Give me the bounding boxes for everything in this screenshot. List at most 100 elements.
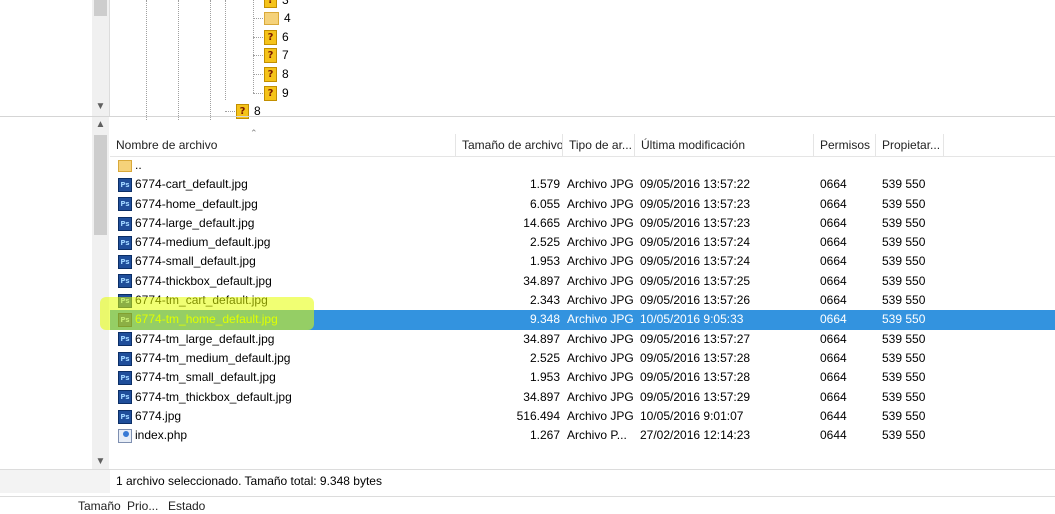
file-modified: 09/05/2016 13:57:26: [640, 293, 751, 308]
file-permissions: 0644: [820, 408, 847, 423]
file-owner: 539 550: [882, 215, 926, 230]
column-header-type[interactable]: Tipo de ar...: [563, 134, 635, 156]
photoshop-file-icon: Ps: [118, 255, 132, 270]
photoshop-file-icon: Ps: [118, 351, 132, 366]
file-permissions: 0664: [820, 312, 847, 327]
file-modified: 09/05/2016 13:57:22: [640, 177, 751, 192]
file-modified: 27/02/2016 12:14:23: [640, 428, 751, 443]
file-name: 6774-cart_default.jpg: [135, 177, 248, 192]
file-name: index.php: [135, 428, 188, 443]
column-header-permissions[interactable]: Permisos: [814, 134, 876, 156]
file-permissions: 0644: [820, 428, 847, 443]
file-name-cell: Ps 6774-home_default.jpg: [118, 195, 448, 214]
file-row[interactable]: Ps 6774.jpg 516.494 Archivo JPG 10/05/2016 9…: [110, 407, 1055, 426]
file-size: 1.953: [529, 370, 560, 385]
file-name: 6774-thickbox_default.jpg: [135, 273, 272, 288]
file-owner: 539 550: [882, 293, 926, 308]
file-modified: 09/05/2016 13:57:29: [640, 389, 751, 404]
file-row[interactable]: Ps 6774-home_default.jpg 6.055 Archivo JPG 0…: [110, 195, 1055, 214]
tree-scrollbar[interactable]: ▼: [92, 0, 110, 116]
file-type: Archivo JPG: [567, 177, 634, 192]
file-row[interactable]: Ps 6774-thickbox_default.jpg 34.897 Archivo…: [110, 272, 1055, 291]
file-modified: 09/05/2016 13:57:23: [640, 196, 751, 211]
file-type: Archivo JPG: [567, 312, 634, 327]
scroll-down-icon[interactable]: ▼: [92, 101, 109, 112]
file-size: 34.897: [523, 389, 560, 404]
file-permissions: 0664: [820, 273, 847, 288]
tree-node[interactable]: 4: [264, 9, 291, 27]
file-modified: 09/05/2016 13:57:23: [640, 215, 751, 230]
tree-scrollbar-thumb[interactable]: [94, 0, 107, 16]
local-file-pane: [0, 117, 93, 469]
file-size: 34.897: [523, 273, 560, 288]
file-row[interactable]: Ps 6774-medium_default.jpg 2.525 Archivo JP…: [110, 233, 1055, 252]
queue-column-priority[interactable]: Prio...: [127, 499, 158, 513]
file-owner: 539 550: [882, 196, 926, 211]
tree-node[interactable]: ? 8: [236, 102, 261, 120]
tree-node[interactable]: ? 7: [264, 46, 289, 64]
file-list-scrollbar-thumb[interactable]: [94, 135, 107, 235]
pane-divider[interactable]: [0, 116, 1055, 117]
file-row[interactable]: Ps 6774-tm_small_default.jpg 1.953 Archivo …: [110, 368, 1055, 387]
scroll-down-icon[interactable]: ▼: [92, 456, 109, 467]
file-name: 6774-medium_default.jpg: [135, 235, 271, 250]
file-row[interactable]: Ps 6774-large_default.jpg 14.665 Archivo JP…: [110, 214, 1055, 233]
file-modified: 10/05/2016 9:05:33: [640, 312, 744, 327]
file-permissions: 0664: [820, 350, 847, 365]
tree-node[interactable]: ? 9: [264, 84, 289, 102]
parent-dir-row[interactable]: ..: [110, 156, 1055, 175]
folder-icon: [118, 159, 132, 172]
tree-node[interactable]: ? 3: [264, 0, 289, 9]
file-type: Archivo JPG: [567, 350, 634, 365]
file-row[interactable]: Ps 6774-tm_medium_default.jpg 2.525 Archivo…: [110, 349, 1055, 368]
tree-node[interactable]: ? 8: [264, 65, 289, 83]
column-header-size[interactable]: Tamaño de archivo: [456, 134, 563, 156]
tree-node[interactable]: ? 6: [264, 28, 289, 46]
status-text: 1 archivo seleccionado. Tamaño total: 9.…: [116, 474, 382, 488]
file-type: Archivo JPG: [567, 254, 634, 269]
file-owner: 539 550: [882, 254, 926, 269]
file-owner: 539 550: [882, 312, 926, 327]
queue-column-size[interactable]: Tamaño: [78, 499, 121, 513]
column-header-owner[interactable]: Propietar...: [876, 134, 944, 156]
file-modified: 09/05/2016 13:57:24: [640, 254, 751, 269]
file-permissions: 0664: [820, 177, 847, 192]
file-modified: 09/05/2016 13:57:27: [640, 331, 751, 346]
question-icon: ?: [264, 47, 277, 63]
file-owner: 539 550: [882, 428, 926, 443]
file-type: Archivo JPG: [567, 389, 634, 404]
file-row[interactable]: Ps 6774-cart_default.jpg 1.579 Archivo JPG 0…: [110, 175, 1055, 194]
file-owner: 539 550: [882, 177, 926, 192]
remote-tree: ? 3 4 ? 6 ? 7 ? 8 ? 9 ? 8: [110, 0, 1055, 120]
file-type: Archivo JPG: [567, 408, 634, 423]
photoshop-file-icon: Ps: [118, 409, 132, 424]
scroll-up-icon[interactable]: ▲: [92, 119, 109, 130]
file-name: 6774.jpg: [135, 408, 182, 423]
question-icon: ?: [264, 85, 277, 101]
file-owner: 539 550: [882, 235, 926, 250]
file-row[interactable]: Ps 6774-small_default.jpg 1.953 Archivo JPG…: [110, 252, 1055, 271]
column-header-name[interactable]: Nombre de archivo: [110, 134, 456, 156]
file-name-cell: Ps 6774.jpg: [118, 407, 448, 426]
local-tree-pane: [0, 0, 92, 116]
file-name-cell: Ps 6774-tm_large_default.jpg: [118, 330, 448, 349]
queue-column-state[interactable]: Estado: [168, 499, 205, 513]
file-owner: 539 550: [882, 331, 926, 346]
file-owner: 539 550: [882, 408, 926, 423]
column-header-modified[interactable]: Última modificación: [635, 134, 814, 156]
file-row[interactable]: Ps 6774-tm_large_default.jpg 34.897 Archivo…: [110, 330, 1055, 349]
file-name: 6774-tm_small_default.jpg: [135, 370, 276, 385]
file-owner: 539 550: [882, 370, 926, 385]
file-size: 1.267: [529, 428, 560, 443]
file-permissions: 0664: [820, 196, 847, 211]
file-type: Archivo JPG: [567, 215, 634, 230]
file-row[interactable]: index.php 1.267 Archivo P... 27/02/2016 12:…: [110, 426, 1055, 445]
file-owner: 539 550: [882, 389, 926, 404]
file-name: 6774-home_default.jpg: [135, 196, 258, 211]
file-list-scrollbar[interactable]: ▲ ▼: [92, 117, 109, 469]
file-modified: 09/05/2016 13:57:25: [640, 273, 751, 288]
question-icon: ?: [264, 66, 277, 82]
file-name-cell: Ps 6774-cart_default.jpg: [118, 175, 448, 194]
photoshop-file-icon: Ps: [118, 197, 132, 212]
file-row[interactable]: Ps 6774-tm_thickbox_default.jpg 34.897 Arch…: [110, 388, 1055, 407]
